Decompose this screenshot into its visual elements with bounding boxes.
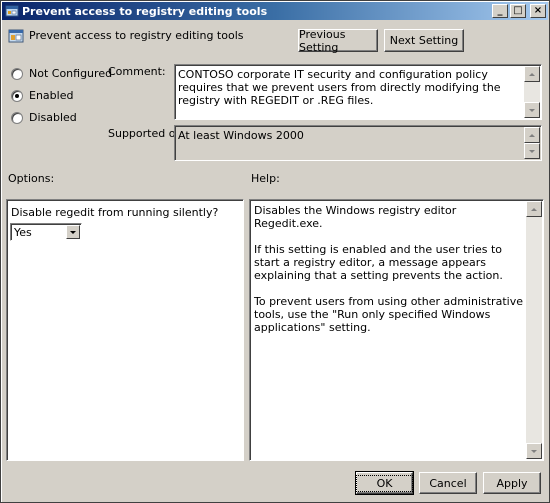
arrow-up-icon: [531, 207, 537, 211]
arrow-down-icon: [531, 449, 537, 453]
title-bar[interactable]: Prevent access to registry editing tools…: [2, 2, 548, 20]
ok-button[interactable]: OK: [355, 471, 414, 495]
chevron-down-icon: [70, 230, 76, 234]
next-setting-button[interactable]: Next Setting: [384, 29, 464, 52]
scroll-up-button[interactable]: [524, 127, 540, 143]
help-text: Disables the Windows registry editor Reg…: [254, 204, 523, 347]
close-icon: ×: [533, 5, 543, 16]
radio-label: Disabled: [29, 111, 77, 124]
policy-dialog: Prevent access to registry editing tools…: [0, 0, 550, 503]
apply-label: Apply: [496, 476, 528, 490]
radio-label: Enabled: [29, 89, 74, 102]
ok-label: OK: [355, 474, 414, 492]
maximize-icon: □: [513, 5, 523, 16]
cancel-button[interactable]: Cancel: [419, 472, 477, 494]
help-scrollbar[interactable]: [526, 201, 542, 459]
arrow-up-icon: [529, 72, 535, 76]
option-question: Disable regedit from running silently?: [11, 206, 219, 219]
supported-on-text: At least Windows 2000: [178, 129, 304, 142]
supported-on-textbox: At least Windows 2000: [174, 125, 542, 161]
help-paragraph: Disables the Windows registry editor Reg…: [254, 204, 457, 230]
comment-label: Comment:: [108, 65, 166, 78]
apply-button[interactable]: Apply: [483, 472, 541, 494]
comment-textbox[interactable]: CONTOSO corporate IT security and config…: [174, 64, 542, 120]
radio-button-icon: [11, 67, 23, 80]
policy-icon: [5, 4, 19, 18]
help-panel: Disables the Windows registry editor Reg…: [249, 199, 544, 461]
dropdown-button[interactable]: [66, 225, 80, 239]
radio-button-icon: [11, 111, 23, 124]
radio-disabled[interactable]: Disabled: [11, 111, 77, 124]
arrow-down-icon: [529, 108, 535, 112]
radio-label: Not Configured: [29, 67, 113, 80]
supported-scrollbar[interactable]: [524, 127, 540, 159]
window-title: Prevent access to registry editing tools: [22, 4, 268, 18]
radio-button-checked-icon: [11, 89, 23, 102]
help-paragraph: To prevent users from using other admini…: [254, 295, 523, 334]
scroll-down-button[interactable]: [524, 143, 540, 159]
previous-setting-button[interactable]: Previous Setting: [298, 27, 378, 54]
options-label: Options:: [8, 172, 55, 185]
minimize-button[interactable]: _: [492, 4, 508, 18]
arrow-down-icon: [529, 149, 535, 153]
next-setting-label: Next Setting: [389, 34, 459, 47]
scroll-up-button[interactable]: [524, 66, 540, 82]
previous-setting-label: Previous Setting: [299, 27, 346, 54]
close-button[interactable]: ×: [530, 4, 546, 18]
cancel-label: Cancel: [429, 476, 467, 490]
silent-mode-dropdown[interactable]: Yes: [10, 223, 82, 241]
setting-name: Prevent access to registry editing tools: [29, 29, 244, 42]
minimize-icon: _: [497, 5, 503, 16]
maximize-button[interactable]: □: [510, 4, 526, 18]
comment-scrollbar[interactable]: [524, 66, 540, 118]
setting-icon: [8, 28, 24, 44]
arrow-up-icon: [529, 133, 535, 137]
help-label: Help:: [251, 172, 280, 185]
scroll-down-button[interactable]: [526, 443, 542, 459]
comment-text: CONTOSO corporate IT security and config…: [178, 68, 501, 107]
dropdown-value: Yes: [14, 226, 32, 239]
radio-not-configured[interactable]: Not Configured: [11, 67, 112, 80]
options-panel: Disable regedit from running silently? Y…: [6, 199, 244, 461]
radio-enabled[interactable]: Enabled: [11, 89, 73, 102]
help-paragraph: If this setting is enabled and the user …: [254, 243, 503, 282]
scroll-up-button[interactable]: [526, 201, 542, 217]
scroll-down-button[interactable]: [524, 102, 540, 118]
